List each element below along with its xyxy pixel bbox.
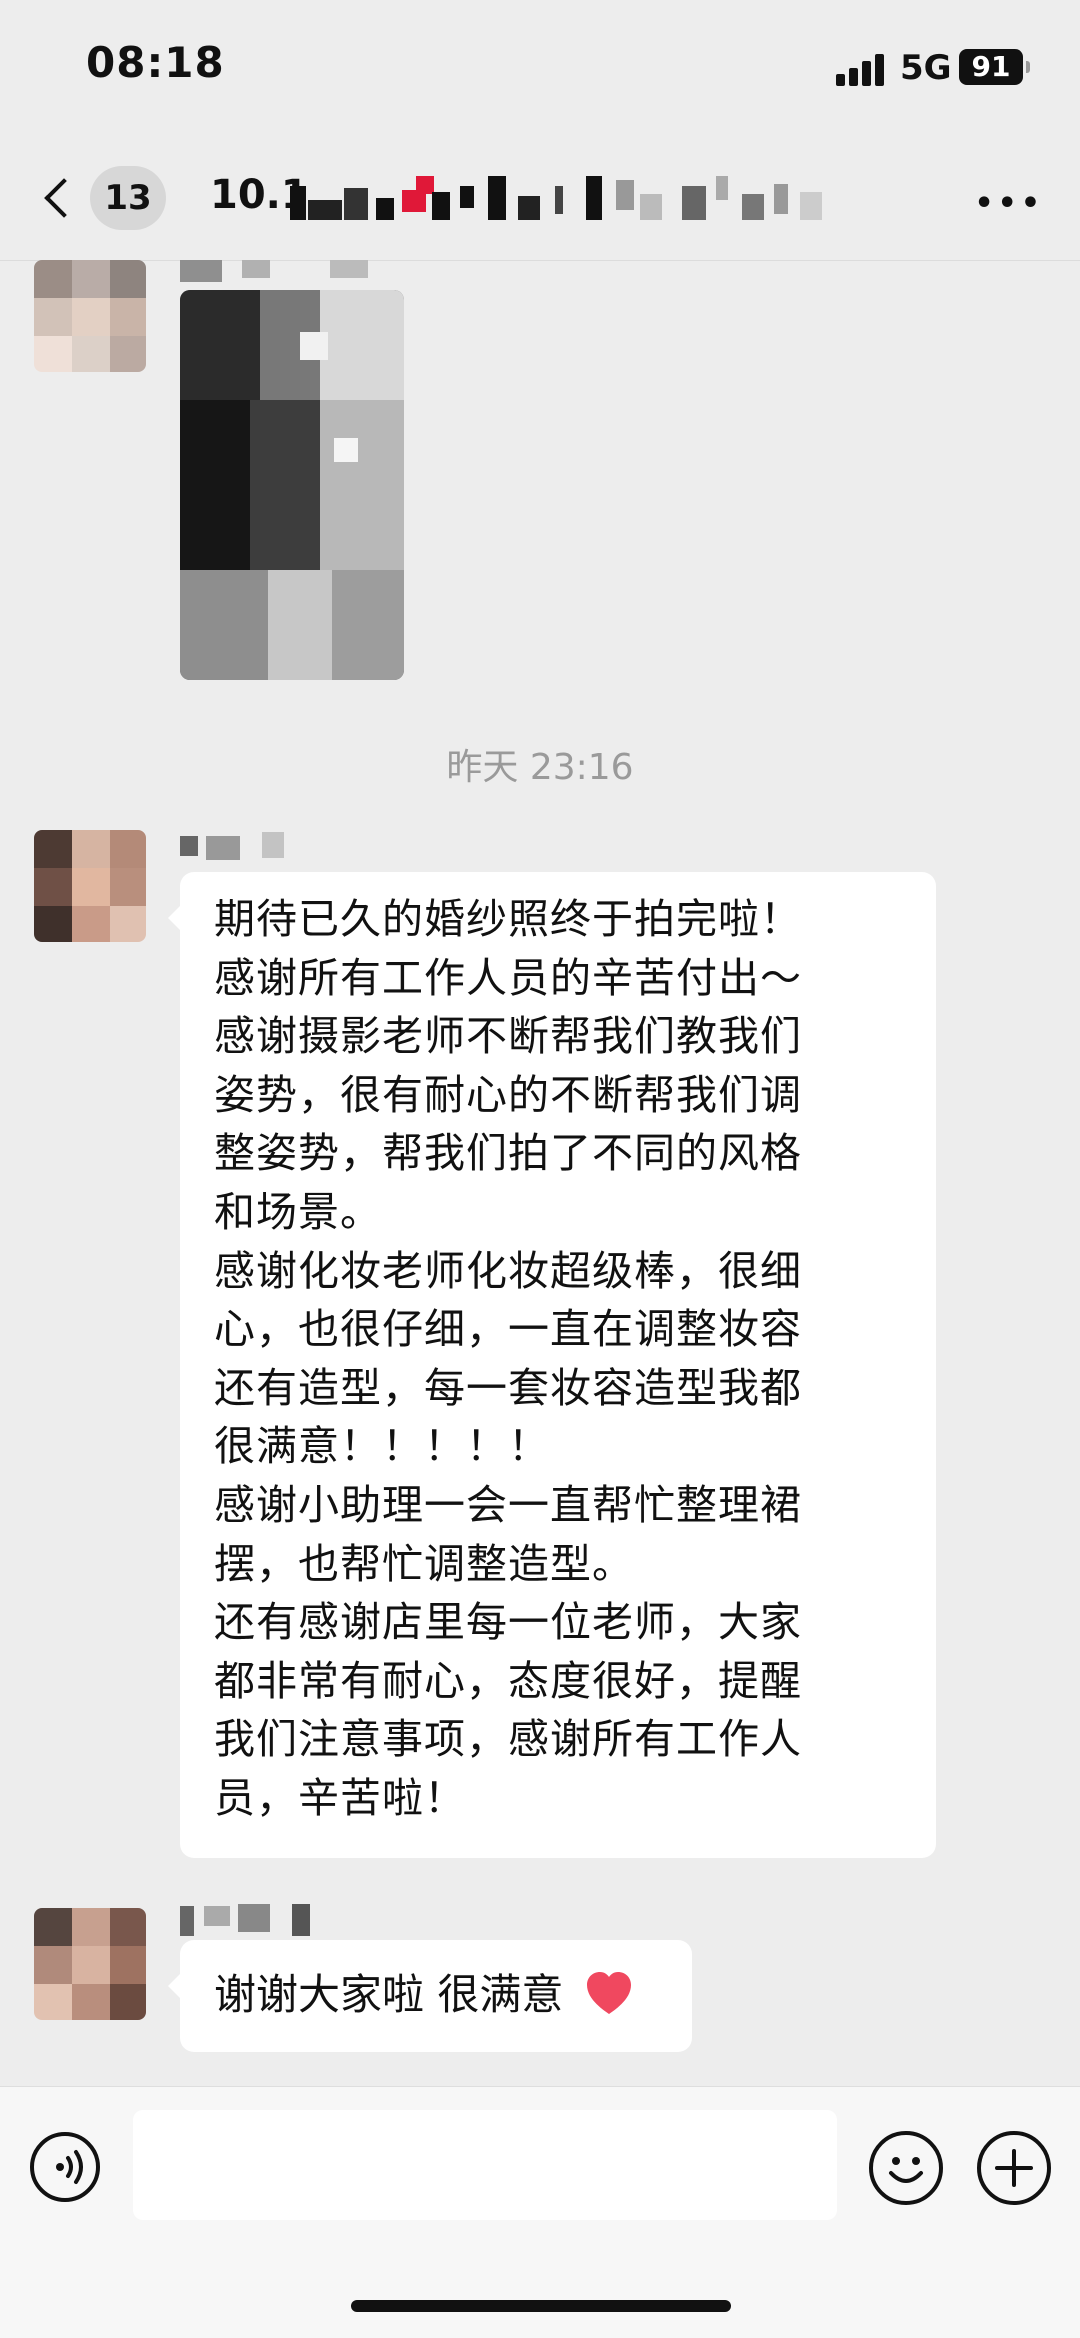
message-line: 感谢小助理一会一直帮忙整理裙 [214, 1480, 802, 1529]
heart-icon [586, 1972, 631, 2014]
message-bubble[interactable]: 谢谢大家啦 很满意 [168, 1940, 692, 2052]
message-text-content: 谢谢大家啦 很满意 [214, 1970, 564, 2019]
sender-name-redaction [180, 260, 410, 290]
message-line: 和场景。 [214, 1187, 382, 1236]
message-text: 期待已久的婚纱照终于拍完啦！ 感谢所有工作人员的辛苦付出～ 感谢摄影老师不断帮我… [214, 890, 834, 1828]
message-line: 期待已久的婚纱照终于拍完啦！ [214, 895, 802, 943]
unread-count-badge[interactable]: 13 [90, 166, 166, 230]
photo-message[interactable] [180, 290, 404, 680]
message-line: 很满意！！！！！ [214, 1422, 550, 1471]
bubble-tail [168, 1974, 180, 1998]
message-line: 感谢摄影老师不断帮我们教我们 [214, 1012, 802, 1061]
bubble-tail [168, 906, 180, 930]
avatar[interactable] [34, 830, 146, 942]
message-line: 还有造型，每一套妆容造型我都 [214, 1363, 802, 1412]
avatar[interactable] [34, 1908, 146, 2020]
message-line: 整姿势，帮我们拍了不同的风格 [214, 1129, 802, 1178]
status-time: 08:18 [86, 38, 225, 87]
home-indicator [351, 2300, 731, 2312]
title-mosaic-redaction [290, 176, 822, 220]
message-line: 摆，也帮忙调整造型。 [214, 1539, 634, 1588]
message-line: 姿势，很有耐心的不断帮我们调 [214, 1070, 802, 1119]
time-divider: 昨天 23:16 [446, 747, 634, 788]
chat-title-area: 10.1 [210, 164, 1030, 238]
chevron-left-icon[interactable] [38, 174, 74, 228]
message-list: 昨天 23:16 期待已久的婚纱照终于拍完啦！ 感谢所有工作人员的辛苦付出～ 感… [0, 260, 1080, 2085]
battery-level: 91 [971, 50, 1011, 83]
message-input[interactable] [133, 2110, 837, 2220]
chat-header: 13 10.1 ••• [0, 140, 1080, 261]
network-label: 5G [900, 48, 952, 88]
more-icon[interactable]: ••• [974, 186, 1044, 221]
message-line: 心，也很仔细，一直在调整妆容 [214, 1305, 802, 1354]
voice-icon[interactable] [30, 2132, 100, 2202]
signal-icon [836, 50, 886, 86]
emoji-icon[interactable] [869, 2131, 943, 2205]
avatar[interactable] [34, 260, 146, 372]
message-text: 谢谢大家啦 很满意 [214, 1966, 635, 2024]
message-line: 员，辛苦啦！ [214, 1773, 466, 1822]
message-line: 感谢所有工作人员的辛苦付出～ [214, 953, 802, 1002]
message-bubble[interactable]: 期待已久的婚纱照终于拍完啦！ 感谢所有工作人员的辛苦付出～ 感谢摄影老师不断帮我… [168, 872, 936, 1858]
message-line: 感谢化妆老师化妆超级棒，很细 [214, 1246, 802, 1295]
plus-icon[interactable] [977, 2131, 1051, 2205]
sender-name-redaction [180, 830, 340, 860]
status-bar: 08:18 5G 91 [0, 0, 1080, 130]
message-line: 还有感谢店里每一位老师，大家 [214, 1598, 802, 1647]
message-line: 我们注意事项，感谢所有工作人 [214, 1715, 802, 1764]
sender-name-redaction [180, 1900, 330, 1936]
battery-icon: 91 [959, 49, 1030, 85]
message-line: 都非常有耐心，态度很好，提醒 [214, 1656, 802, 1705]
